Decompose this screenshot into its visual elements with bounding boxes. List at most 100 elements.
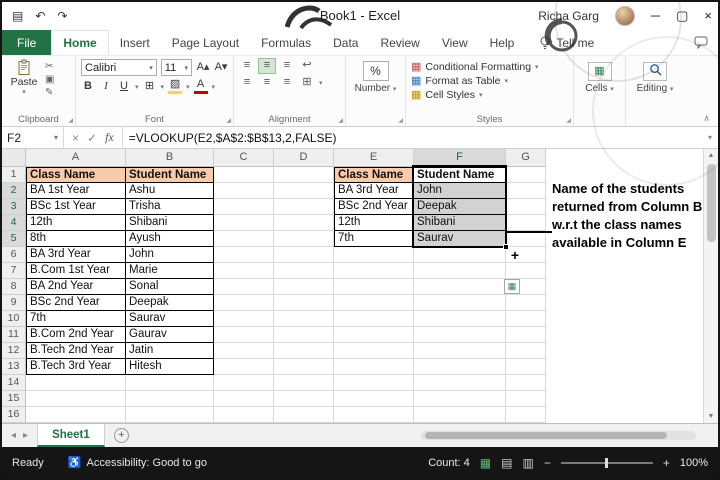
cell-F13[interactable] xyxy=(414,359,506,375)
column-header-A[interactable]: A xyxy=(26,149,126,167)
format-painter-icon[interactable]: ✎ xyxy=(45,87,54,98)
font-dialog-launcher[interactable]: ◢ xyxy=(226,117,231,124)
font-size-combo[interactable]: 11 ▾ xyxy=(160,59,192,76)
row-header-4[interactable]: 4 xyxy=(2,215,26,231)
cells-icon[interactable]: ▦ xyxy=(587,62,612,81)
tab-formulas[interactable]: Formulas xyxy=(250,30,322,55)
row-header-6[interactable]: 6 xyxy=(2,247,26,263)
maximize-icon[interactable]: ▢ xyxy=(676,2,688,30)
cell-C3[interactable] xyxy=(214,199,274,215)
fill-color-icon[interactable]: ▨ xyxy=(168,79,183,94)
alignment-dialog-launcher[interactable]: ◢ xyxy=(338,117,343,124)
cell-A10[interactable]: 7th xyxy=(26,311,126,327)
underline-button[interactable]: U xyxy=(117,79,131,94)
font-color-dropdown-icon[interactable]: ▾ xyxy=(212,83,216,91)
tab-view[interactable]: View xyxy=(431,30,479,55)
cell-E3[interactable]: BSc 2nd Year xyxy=(334,199,414,215)
cell-B1[interactable]: Student Name xyxy=(126,167,214,183)
align-left-icon[interactable]: ≡ xyxy=(239,76,255,90)
cell-B8[interactable]: Sonal xyxy=(126,279,214,295)
tab-file[interactable]: File xyxy=(2,30,52,55)
decrease-font-icon[interactable]: A▾ xyxy=(214,60,228,75)
find-select-icon[interactable] xyxy=(643,62,667,81)
vertical-scrollbar[interactable]: ▲ ▼ xyxy=(703,149,718,423)
cell-E7[interactable] xyxy=(334,263,414,279)
cell-styles-button[interactable]: ▦ Cell Styles ▾ xyxy=(411,88,568,102)
cell-C1[interactable] xyxy=(214,167,274,183)
avatar[interactable] xyxy=(614,6,635,26)
cell-E10[interactable] xyxy=(334,311,414,327)
cell-E14[interactable] xyxy=(334,375,414,391)
tab-review[interactable]: Review xyxy=(369,30,430,55)
cell-B7[interactable]: Marie xyxy=(126,263,214,279)
cell-D6[interactable] xyxy=(274,247,334,263)
number-format-label[interactable]: Number xyxy=(355,83,391,94)
cell-D3[interactable] xyxy=(274,199,334,215)
cell-D12[interactable] xyxy=(274,343,334,359)
cell-E5[interactable]: 7th xyxy=(334,231,414,247)
cell-F2[interactable]: John xyxy=(414,183,506,199)
cell-C4[interactable] xyxy=(214,215,274,231)
cell-C9[interactable] xyxy=(214,295,274,311)
editing-label[interactable]: Editing xyxy=(637,83,668,94)
cell-B3[interactable]: Trisha xyxy=(126,199,214,215)
expand-formula-bar-icon[interactable]: ▾ xyxy=(702,127,718,148)
column-header-E[interactable]: E xyxy=(334,149,414,167)
column-header-B[interactable]: B xyxy=(126,149,214,167)
font-name-combo[interactable]: Calibri ▾ xyxy=(81,59,157,76)
cell-A5[interactable]: 8th xyxy=(26,231,126,247)
paste-dropdown-icon[interactable]: ▾ xyxy=(22,88,26,96)
cell-C13[interactable] xyxy=(214,359,274,375)
cell-B11[interactable]: Gaurav xyxy=(126,327,214,343)
cell-G14[interactable] xyxy=(506,375,546,391)
sheet-nav-left-icon[interactable]: ◂ xyxy=(11,430,16,441)
cell-A11[interactable]: B.Com 2nd Year xyxy=(26,327,126,343)
cell-A15[interactable] xyxy=(26,391,126,407)
cell-E16[interactable] xyxy=(334,407,414,423)
editing-dropdown-icon[interactable]: ▾ xyxy=(670,86,674,93)
select-all-corner[interactable] xyxy=(2,149,26,167)
cell-D15[interactable] xyxy=(274,391,334,407)
cell-G16[interactable] xyxy=(506,407,546,423)
cell-E9[interactable] xyxy=(334,295,414,311)
cell-D16[interactable] xyxy=(274,407,334,423)
cell-A8[interactable]: BA 2nd Year xyxy=(26,279,126,295)
wrap-text-icon[interactable]: ↩ xyxy=(299,59,315,73)
cut-icon[interactable]: ✂ xyxy=(45,61,54,72)
format-as-table-button[interactable]: ▦ Format as Table ▾ xyxy=(411,74,568,88)
cell-F12[interactable] xyxy=(414,343,506,359)
cell-F11[interactable] xyxy=(414,327,506,343)
cell-F9[interactable] xyxy=(414,295,506,311)
normal-view-icon[interactable]: ▦ xyxy=(480,456,491,470)
cell-B12[interactable]: Jatin xyxy=(126,343,214,359)
tab-data[interactable]: Data xyxy=(322,30,369,55)
cell-G11[interactable] xyxy=(506,327,546,343)
number-format-dropdown-icon[interactable]: ▾ xyxy=(393,86,397,93)
cell-B4[interactable]: Shibani xyxy=(126,215,214,231)
cell-C16[interactable] xyxy=(214,407,274,423)
tab-insert[interactable]: Insert xyxy=(109,30,161,55)
align-top-icon[interactable]: ≡ xyxy=(239,59,255,73)
cell-C10[interactable] xyxy=(214,311,274,327)
copy-icon[interactable]: ▣ xyxy=(45,74,54,85)
horizontal-scrollbar-thumb[interactable] xyxy=(425,432,667,439)
row-header-14[interactable]: 14 xyxy=(2,375,26,391)
column-header-G[interactable]: G xyxy=(506,149,546,167)
cell-F16[interactable] xyxy=(414,407,506,423)
cell-C14[interactable] xyxy=(214,375,274,391)
cell-A12[interactable]: B.Tech 2nd Year xyxy=(26,343,126,359)
cell-F10[interactable] xyxy=(414,311,506,327)
cell-F8[interactable] xyxy=(414,279,506,295)
row-header-15[interactable]: 15 xyxy=(2,391,26,407)
zoom-in-icon[interactable]: + xyxy=(663,456,670,470)
cell-D5[interactable] xyxy=(274,231,334,247)
cell-B2[interactable]: Ashu xyxy=(126,183,214,199)
scroll-down-icon[interactable]: ▼ xyxy=(708,410,715,423)
cell-A7[interactable]: B.Com 1st Year xyxy=(26,263,126,279)
cell-A2[interactable]: BA 1st Year xyxy=(26,183,126,199)
row-header-8[interactable]: 8 xyxy=(2,279,26,295)
cell-G2[interactable] xyxy=(506,183,546,199)
row-header-5[interactable]: 5 xyxy=(2,231,26,247)
formula-input[interactable]: =VLOOKUP(E2,$A$2:$B$13,2,FALSE) xyxy=(123,127,702,148)
fill-color-dropdown-icon[interactable]: ▾ xyxy=(186,83,190,91)
